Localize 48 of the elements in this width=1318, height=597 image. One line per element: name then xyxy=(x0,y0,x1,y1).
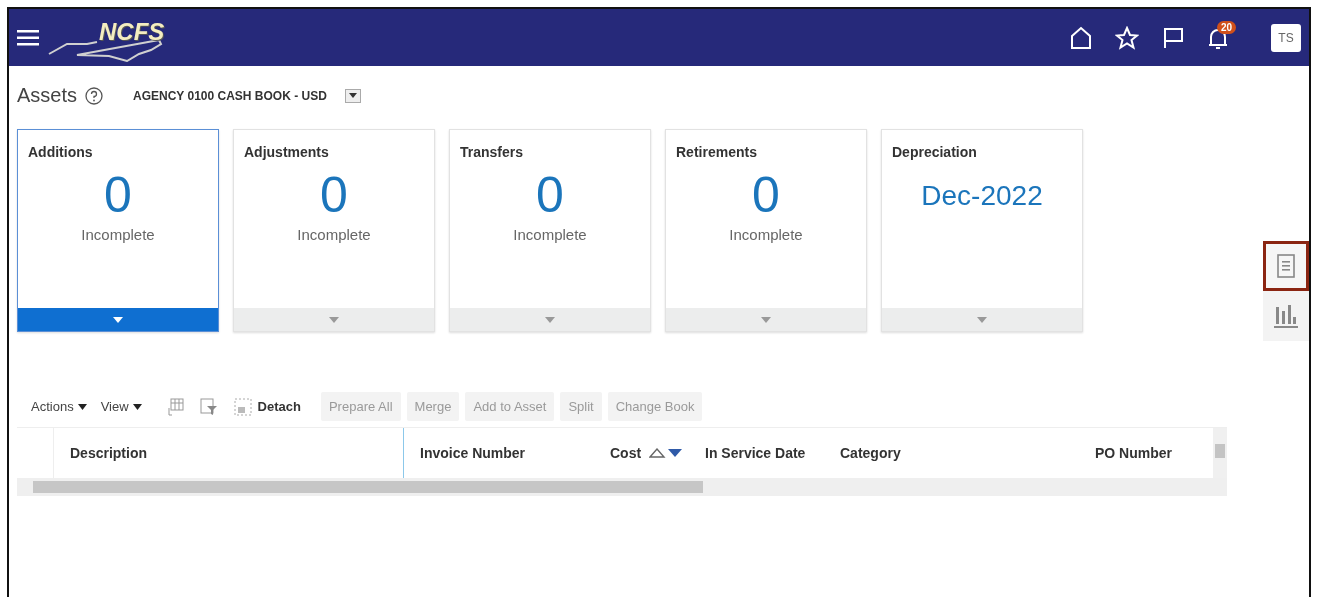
logo-text[interactable]: NCFS xyxy=(99,17,165,46)
document-icon xyxy=(1277,254,1295,278)
page-title: Assets xyxy=(17,84,78,107)
caret-icon[interactable] xyxy=(113,316,123,323)
book-dropdown[interactable] xyxy=(344,88,361,103)
column-header[interactable]: Category xyxy=(824,428,1079,478)
tile-value: 0 xyxy=(320,170,348,220)
list-view-button[interactable] xyxy=(1263,241,1309,291)
caret-icon xyxy=(132,403,142,410)
horizontal-scrollbar[interactable] xyxy=(17,478,1227,496)
column-header[interactable]: Invoice Number xyxy=(404,428,594,478)
summary-tile[interactable]: Adjustments 0 Incomplete xyxy=(233,129,435,332)
tile-title: Adjustments xyxy=(243,143,329,160)
tile-caption: Incomplete xyxy=(513,226,587,243)
notification-badge: 20 xyxy=(1217,20,1237,34)
summary-tile[interactable]: Retirements 0 Incomplete xyxy=(665,129,867,332)
column-header[interactable]: Cost xyxy=(594,428,689,478)
filter-icon[interactable] xyxy=(199,397,218,416)
user-avatar[interactable]: TS xyxy=(1271,23,1301,52)
menu-button[interactable]: View xyxy=(100,399,142,414)
column-header[interactable]: PO Number xyxy=(1079,428,1199,478)
menu-button[interactable]: Actions xyxy=(31,399,87,414)
vertical-scrollbar[interactable] xyxy=(1213,428,1227,478)
column-header[interactable]: In Service Date xyxy=(689,428,824,478)
flag-icon[interactable] xyxy=(1161,25,1185,50)
tile-title: Transfers xyxy=(459,143,524,160)
help-icon[interactable] xyxy=(85,86,104,105)
tile-caption: Incomplete xyxy=(297,226,371,243)
summary-tile[interactable]: Depreciation Dec-2022 xyxy=(881,129,1083,332)
detach-button[interactable]: Detach xyxy=(257,399,301,414)
tile-title: Additions xyxy=(27,143,93,160)
tile-title: Retirements xyxy=(675,143,757,160)
star-icon[interactable] xyxy=(1115,25,1139,50)
tile-caption: Incomplete xyxy=(81,226,155,243)
caret-icon xyxy=(77,403,87,410)
bar-chart-icon xyxy=(1273,303,1299,329)
tile-value: Dec-2022 xyxy=(921,182,1043,210)
tile-title: Depreciation xyxy=(891,143,977,160)
book-name: AGENCY 0100 CASH BOOK - USD xyxy=(133,88,327,103)
tile-value: 0 xyxy=(536,170,564,220)
tile-caption: Incomplete xyxy=(729,226,803,243)
tile-value: 0 xyxy=(752,170,780,220)
summary-tile[interactable]: Transfers 0 Incomplete xyxy=(449,129,651,332)
menu-icon[interactable] xyxy=(17,29,39,46)
summary-tile[interactable]: Additions 0 Incomplete xyxy=(17,129,219,332)
home-icon[interactable] xyxy=(1069,25,1093,50)
tile-value: 0 xyxy=(104,170,132,220)
caret-icon xyxy=(348,93,357,98)
